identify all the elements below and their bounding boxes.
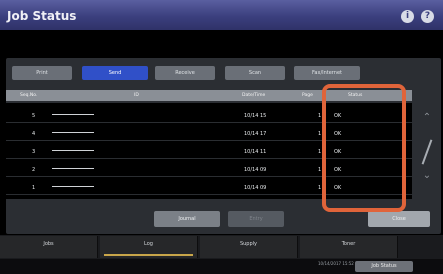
seq-cell: 3 [32,149,36,155]
scroll-up-icon[interactable]: ⌃ [420,111,434,125]
page-cell: 1 [318,185,322,191]
tab-receive[interactable]: Receive [155,66,215,80]
id-cell [52,186,94,187]
nav-toner-label: Toner [341,241,356,247]
close-button[interactable]: Close [368,211,430,227]
page-cell: 1 [318,113,322,119]
tab-fax-internet[interactable]: Fax/Internet [294,66,360,80]
id-cell [52,150,94,151]
column-header-id: ID [134,93,139,98]
entry-button[interactable]: Entry [228,211,284,227]
scroll-down-icon[interactable]: ⌄ [420,169,434,183]
tab-print[interactable]: Print [12,66,72,80]
nav-supply-label: Supply [239,241,258,247]
time-cell: 10/14 11 [244,149,267,155]
window-title: Job Status [7,9,77,23]
id-cell [52,132,94,133]
seq-cell: 1 [32,185,36,191]
active-tab-indicator [104,254,193,256]
status-column-highlight [322,84,406,212]
page-cell: 1 [318,131,322,137]
nav-jobs-label: Jobs [43,241,54,247]
page-cell: 1 [318,149,322,155]
time-cell: 10/14 09 [244,167,267,173]
nav-supply[interactable]: Supply [200,236,298,258]
seq-cell: 4 [32,131,36,137]
datetime-readout: 10/14/2017 15:52 [318,261,354,266]
nav-jobs[interactable]: Jobs [0,236,98,258]
time-cell: 10/14 17 [244,131,267,137]
time-cell: 10/14 09 [244,185,267,191]
column-header-seq: Seq.No. [20,93,38,98]
job-status-button[interactable]: Job Status [355,261,413,272]
nav-toner[interactable]: Toner [300,236,398,258]
seq-cell: 5 [32,113,36,119]
time-cell: 10/14 15 [244,113,267,119]
id-cell [52,114,94,115]
page-cell: 1 [318,167,322,173]
column-header-page: Page [302,93,313,98]
seq-cell: 2 [32,167,36,173]
tab-send[interactable]: Send [82,66,148,80]
title-bar: Job Status i ? [0,0,443,30]
status-footer: 10/14/2017 15:52 Job Status [0,259,443,274]
nav-log-label: Log [144,241,153,247]
scroll-controls: ⌃ ⌄ [414,103,441,199]
scroll-indicator[interactable] [421,139,433,165]
nav-log[interactable]: Log [100,236,198,258]
journal-button[interactable]: Journal [154,211,220,227]
help-icon[interactable]: ? [421,10,434,23]
tab-scan[interactable]: Scan [225,66,285,80]
id-cell [52,168,94,169]
column-header-datetime: Date/Time [242,93,266,98]
info-icon[interactable]: i [401,10,414,23]
